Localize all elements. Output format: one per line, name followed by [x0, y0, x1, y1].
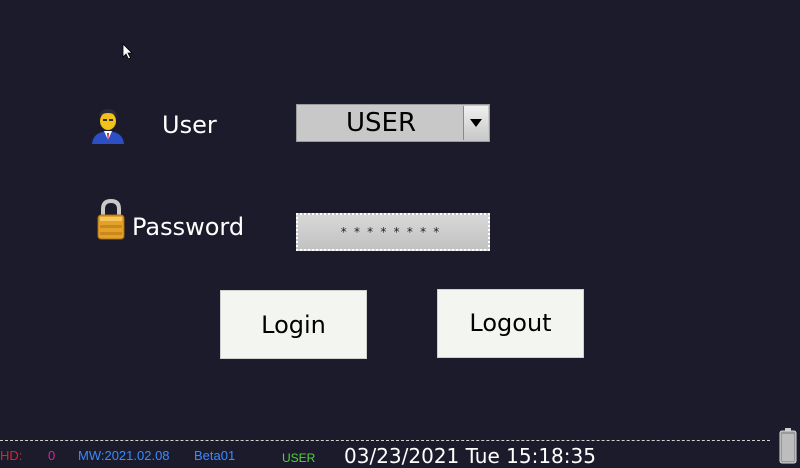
chevron-down-icon	[470, 119, 482, 127]
current-user-indicator: USER	[282, 451, 316, 465]
build-label: Beta01	[194, 448, 236, 463]
user-avatar-icon	[90, 106, 126, 144]
password-masked-value: ********	[340, 225, 446, 239]
hd-label: HD:	[0, 448, 23, 463]
status-bar-divider	[0, 440, 770, 441]
logout-button[interactable]: Logout	[437, 289, 584, 358]
user-select[interactable]: USER	[296, 104, 490, 142]
user-label: User	[162, 111, 217, 139]
mouse-cursor-icon	[122, 43, 134, 61]
user-dropdown-button[interactable]	[463, 106, 488, 140]
datetime-display: 03/23/2021 Tue 15:18:35	[344, 444, 596, 468]
password-label: Password	[132, 213, 245, 241]
password-input[interactable]: ********	[296, 213, 490, 251]
user-select-value: USER	[345, 108, 417, 138]
hd-value: 0	[48, 448, 56, 463]
login-button[interactable]: Login	[220, 290, 367, 359]
mw-version: MW:2021.02.08	[78, 448, 170, 463]
padlock-icon	[96, 198, 126, 240]
battery-icon	[778, 428, 798, 464]
